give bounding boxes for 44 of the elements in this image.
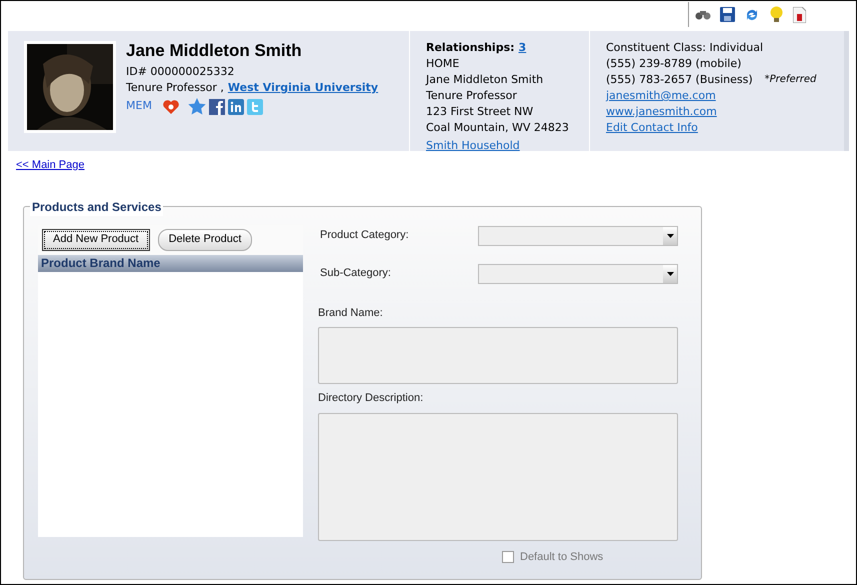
preferred-note: *Preferred: [764, 73, 816, 87]
facebook-icon[interactable]: [208, 98, 225, 114]
organization-link[interactable]: West Virginia University: [228, 80, 378, 96]
address-line: Coal Mountain, WV 24823: [426, 120, 570, 136]
star-icon[interactable]: [188, 98, 206, 115]
main-page-link[interactable]: << Main Page: [16, 159, 84, 171]
field-label: Directory Description:: [318, 391, 424, 406]
text-area-field[interactable]: [318, 412, 678, 540]
household-link[interactable]: Smith Household: [426, 138, 589, 154]
caret-icon: [666, 272, 674, 276]
binoculars-icon[interactable]: [695, 8, 711, 20]
membership-label: MEM: [126, 98, 152, 114]
email-link[interactable]: janesmith@me.com: [606, 88, 716, 104]
edit-contact-link[interactable]: Edit Contact Info: [606, 120, 698, 136]
address-line: Jane Middleton Smith: [426, 72, 544, 88]
phone-number: (555) 239-8789 (mobile): [606, 56, 742, 72]
checkbox-label: Default to Shows: [520, 550, 604, 564]
dropdown-field[interactable]: [478, 264, 678, 284]
linkedin-icon[interactable]: [228, 98, 244, 114]
relationships-count-link[interactable]: 3: [518, 40, 526, 56]
document-icon[interactable]: [793, 6, 806, 22]
save-icon[interactable]: [720, 7, 735, 22]
website-link[interactable]: www.janesmith.com: [606, 104, 717, 120]
phone-number: (555) 783-2657 (Business): [606, 72, 753, 88]
product-button[interactable]: Delete Product: [158, 228, 252, 250]
constituent-class: Constituent Class: Individual: [606, 40, 764, 56]
address-line: Tenure Professor: [426, 88, 518, 104]
profile-id: ID# 000000025332: [126, 64, 236, 80]
lightbulb-icon[interactable]: [769, 6, 784, 23]
field-label: Brand Name:: [318, 306, 384, 320]
dropdown-field[interactable]: [478, 226, 678, 246]
text-area-field[interactable]: [318, 327, 678, 384]
list-header: Product Brand Name: [38, 254, 303, 272]
field-label: Product Category:: [319, 228, 410, 244]
address-line: 123 First Street NW: [426, 104, 534, 120]
address-line: HOME: [426, 56, 460, 72]
profile-title: Tenure Professor ,: [126, 80, 224, 96]
caret-icon: [666, 234, 674, 238]
profile-name: Jane Middleton Smith: [126, 41, 303, 61]
product-button[interactable]: Add New Product: [42, 228, 150, 250]
field-label: Sub-Category:: [319, 266, 392, 282]
heart-icon[interactable]: [162, 98, 180, 114]
relationships-label: Relationships:: [426, 40, 515, 56]
checkbox[interactable]: [502, 550, 514, 563]
